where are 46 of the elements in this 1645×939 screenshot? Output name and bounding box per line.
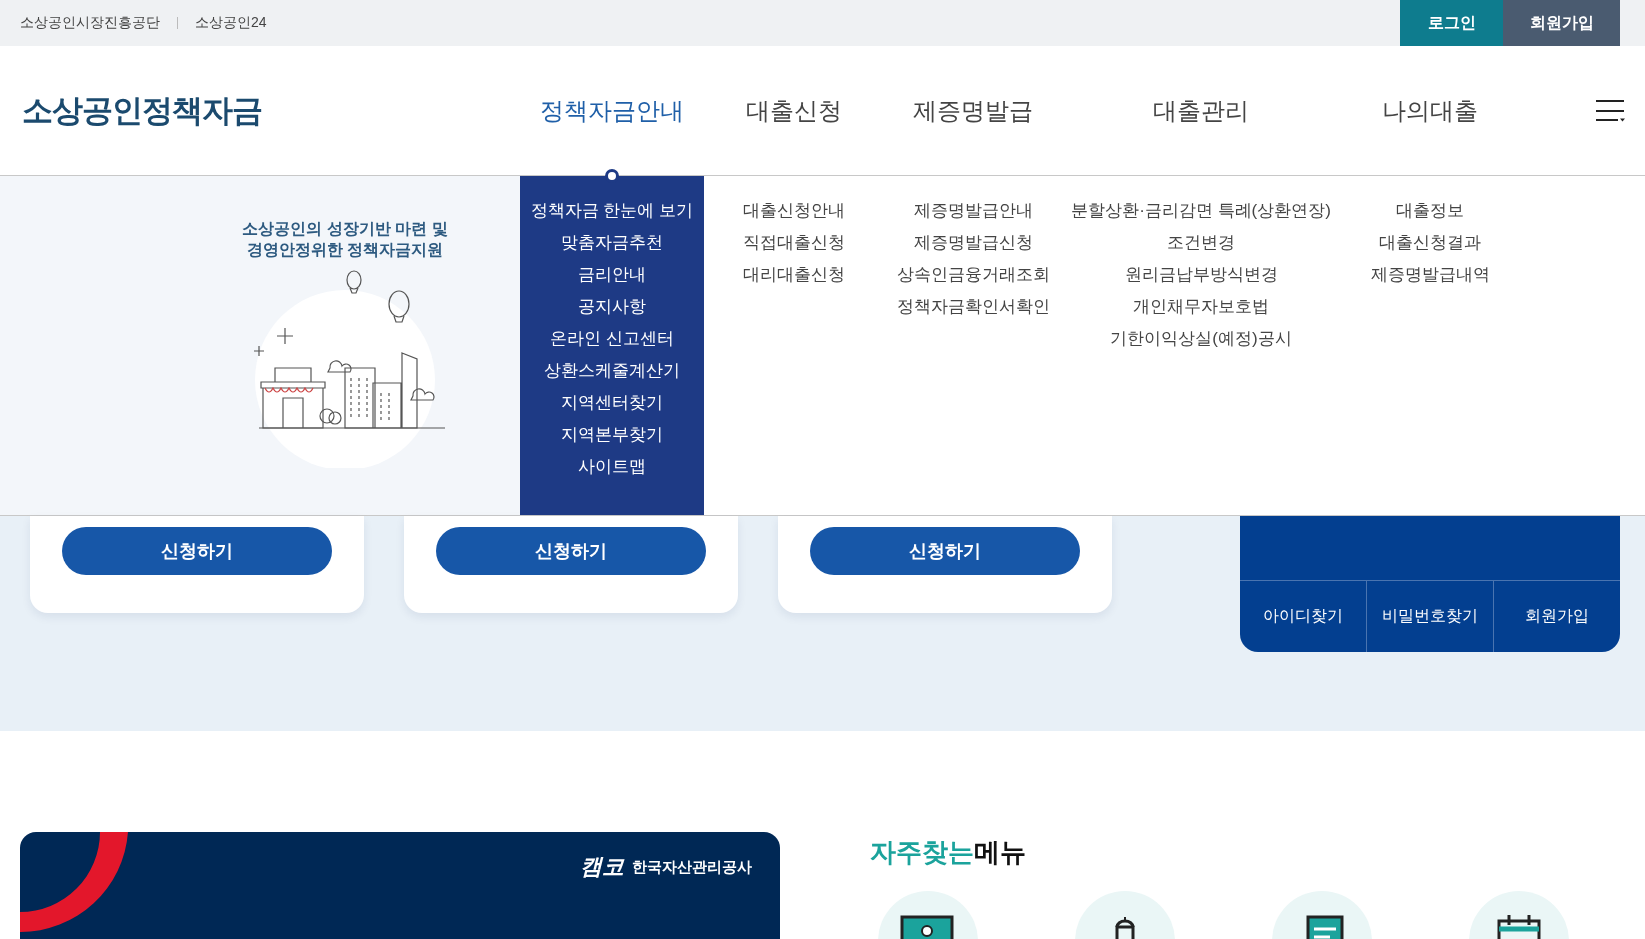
menu-caption: 소상공인의 성장기반 마련 및 경영안정위한 정책자금지원 [242,219,448,260]
account-link[interactable]: 회원가입 [1493,581,1620,652]
nav-tab[interactable]: 대출관리 [1153,96,1249,124]
submenu-link[interactable]: 개인채무자보호법 [1133,296,1269,317]
apply-button[interactable]: 신청하기 [62,527,332,575]
decorative-arc-icon [20,832,128,932]
submenu-link[interactable]: 대출신청안내 [743,200,845,221]
submenu-link[interactable]: 온라인 신고센터 [550,328,674,349]
submenu-link[interactable]: 조건변경 [1167,232,1235,253]
section-title: 자주찾는메뉴 [870,836,1027,869]
submenu-link[interactable]: 상환스케줄계산기 [544,360,680,381]
top-link[interactable]: 소상공인24 [195,14,267,32]
apply-button[interactable]: 신청하기 [436,527,706,575]
submenu-link[interactable]: 지역본부찾기 [561,424,663,445]
submenu-link[interactable]: 제증명발급내역 [1370,264,1490,285]
nav-tab[interactable]: 정책자금안내 [540,96,684,124]
submenu-link[interactable]: 지역센터찾기 [561,392,663,413]
submenu-link[interactable]: 상속인금융거래조회 [896,264,1050,285]
submenu-link[interactable]: 제증명발급안내 [913,200,1033,221]
login-button[interactable]: 로그인 [1400,0,1503,46]
submenu-link[interactable]: 정책자금확인서확인 [896,296,1050,317]
submenu-link[interactable]: 대리대출신청 [743,264,845,285]
submenu-link[interactable]: 대출정보 [1396,200,1464,221]
organization-name: 한국자산관리공사 [632,857,752,877]
nav-tab[interactable]: 대출신청 [746,96,842,124]
submenu-link[interactable]: 제증명발급신청 [913,232,1033,253]
submenu-link[interactable]: 기한이익상실(예정)공시 [1110,328,1292,349]
submenu-link[interactable]: 맞춤자금추천 [561,232,663,253]
submenu-link[interactable]: 분할상환·금리감면 특례(상환연장) [1071,200,1331,221]
site-logo[interactable]: 소상공인정책자금 [22,92,262,128]
submenu-link[interactable]: 원리금납부방식변경 [1124,264,1278,285]
kamco-logo: 캠코 [580,853,624,881]
submenu-link[interactable]: 금리안내 [578,264,646,285]
submenu-link[interactable]: 공지사항 [578,296,646,317]
submenu-link[interactable]: 직접대출신청 [743,232,845,253]
nav-tab[interactable]: 제증명발급 [913,96,1033,124]
account-link[interactable]: 아이디찾기 [1240,581,1366,652]
submenu-link[interactable]: 대출신청결과 [1379,232,1481,253]
apply-button[interactable]: 신청하기 [810,527,1080,575]
top-link[interactable]: 소상공인시장진흥공단 [20,14,160,32]
signup-button[interactable]: 회원가입 [1503,0,1620,46]
nav-tab[interactable]: 나의대출 [1382,96,1478,124]
account-link[interactable]: 비밀번호찾기 [1366,581,1493,652]
submenu-link[interactable]: 사이트맵 [578,456,646,477]
submenu-link[interactable]: 정책자금 한눈에 보기 [530,200,694,221]
menu-icon[interactable] [1595,98,1625,123]
